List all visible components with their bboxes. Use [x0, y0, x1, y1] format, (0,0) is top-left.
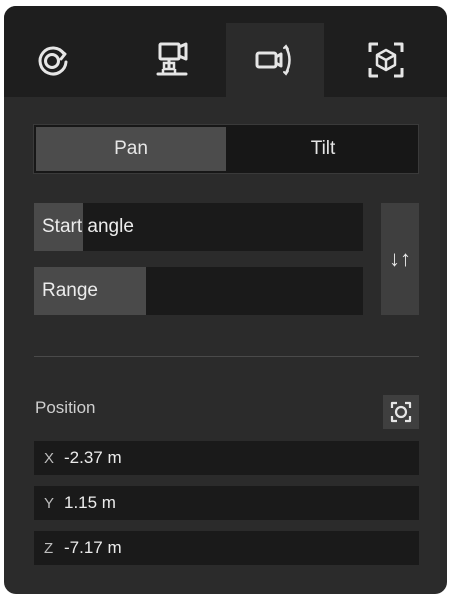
position-x-field[interactable]: X -2.37 m — [34, 441, 419, 475]
camera-mount-icon — [156, 42, 188, 76]
camera-pan-icon — [255, 44, 291, 76]
tab-cube-focus[interactable] — [337, 23, 435, 97]
position-z-field[interactable]: Z -7.17 m — [34, 531, 419, 565]
pan-option[interactable]: Pan — [36, 127, 226, 171]
x-value: -2.37 m — [64, 448, 122, 467]
swap-button[interactable]: ↓↑ — [381, 203, 419, 315]
pan-tilt-toggle: Pan Tilt — [33, 124, 419, 174]
section-divider — [34, 356, 419, 357]
position-title: Position — [35, 398, 96, 417]
focus-position-button[interactable] — [383, 395, 419, 429]
start-angle-slider[interactable]: Start angle — [34, 203, 363, 251]
cube-focus-icon — [368, 42, 404, 78]
swap-arrows-icon: ↓↑ — [389, 246, 411, 271]
rotate-camera-icon — [38, 46, 68, 76]
z-axis-label: Z — [44, 539, 54, 557]
range-slider[interactable]: Range — [34, 267, 363, 315]
start-angle-label: Start angle — [42, 216, 134, 237]
position-y-field[interactable]: Y 1.15 m — [34, 486, 419, 520]
y-axis-label: Y — [44, 494, 55, 512]
focus-target-icon — [390, 401, 412, 423]
z-value: -7.17 m — [64, 538, 122, 557]
range-label: Range — [42, 280, 98, 301]
camera-settings-panel: Pan Tilt Start angle Range ↓↑ Position X… — [4, 6, 447, 594]
tab-camera-pan[interactable] — [226, 23, 324, 97]
tilt-option[interactable]: Tilt — [228, 125, 418, 173]
tab-rotate-camera[interactable] — [4, 23, 102, 97]
x-axis-label: X — [44, 449, 55, 467]
tab-camera-mount[interactable] — [124, 23, 222, 97]
y-value: 1.15 m — [64, 493, 116, 512]
tab-bar — [4, 6, 447, 97]
